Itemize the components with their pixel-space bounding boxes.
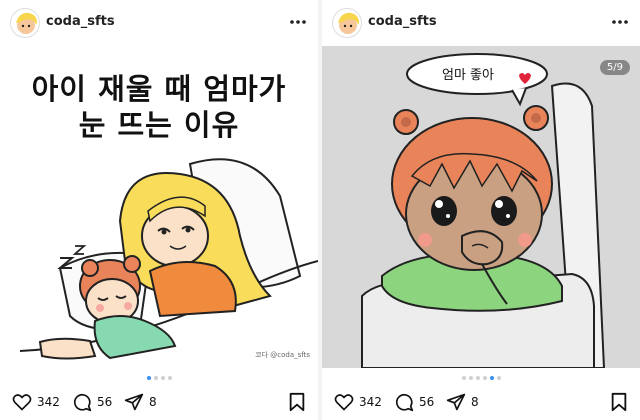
heart-icon bbox=[12, 394, 32, 411]
comment-count: 56 bbox=[419, 395, 435, 409]
comment-button[interactable]: 56 bbox=[72, 392, 112, 412]
post-image[interactable]: 엄마 좋아 5/9 bbox=[322, 46, 640, 368]
action-bar: 342 56 8 bbox=[322, 388, 640, 416]
share-count: 8 bbox=[471, 395, 479, 409]
more-options-icon[interactable] bbox=[610, 12, 630, 32]
send-icon bbox=[446, 393, 466, 411]
username[interactable]: coda_sfts bbox=[46, 14, 115, 29]
carousel-dot bbox=[146, 376, 151, 380]
comment-icon bbox=[395, 393, 414, 412]
avatar[interactable] bbox=[10, 8, 40, 38]
carousel-dot bbox=[496, 376, 501, 380]
post-card-1: coda_sfts 아이 재울 때 엄마가 눈 뜨는 이유 코다 @coda_s… bbox=[0, 0, 318, 420]
carousel-dot bbox=[461, 376, 466, 380]
post-image[interactable]: 아이 재울 때 엄마가 눈 뜨는 이유 코다 @coda_sfts bbox=[0, 46, 318, 368]
speech-bubble-text: 엄마 좋아 bbox=[442, 68, 494, 83]
comment-icon bbox=[73, 393, 92, 412]
share-count: 8 bbox=[149, 395, 157, 409]
bookmark-icon[interactable] bbox=[610, 392, 628, 416]
post-card-2: coda_sfts 엄마 좋아 5/9 342 56 8 bbox=[322, 0, 640, 420]
like-count: 342 bbox=[359, 395, 382, 409]
carousel-dot bbox=[167, 376, 172, 380]
comic-illustration: 엄마 좋아 bbox=[361, 53, 606, 368]
comment-count: 56 bbox=[97, 395, 113, 409]
carousel-dot bbox=[160, 376, 165, 380]
carousel-dots bbox=[0, 376, 318, 382]
like-count: 342 bbox=[37, 395, 60, 409]
more-options-icon[interactable] bbox=[288, 12, 308, 32]
comic-illustration bbox=[19, 158, 318, 360]
bookmark-icon[interactable] bbox=[288, 392, 306, 416]
carousel-dot bbox=[468, 376, 473, 380]
post-header: coda_sfts bbox=[0, 0, 318, 46]
comment-button[interactable]: 56 bbox=[394, 392, 434, 412]
post-header: coda_sfts bbox=[322, 0, 640, 46]
carousel-dots bbox=[322, 376, 640, 382]
send-icon bbox=[124, 393, 144, 411]
share-button[interactable]: 8 bbox=[446, 392, 479, 412]
artist-signature: 코다 @coda_sfts bbox=[255, 351, 310, 359]
carousel-dot bbox=[153, 376, 158, 380]
avatar[interactable] bbox=[332, 8, 362, 38]
share-button[interactable]: 8 bbox=[124, 392, 157, 412]
heart-icon bbox=[334, 394, 354, 411]
like-button[interactable]: 342 bbox=[12, 392, 60, 412]
like-button[interactable]: 342 bbox=[334, 392, 382, 412]
action-bar: 342 56 8 bbox=[0, 388, 318, 416]
carousel-dot bbox=[489, 376, 494, 380]
page-counter: 5/9 bbox=[599, 60, 630, 75]
username[interactable]: coda_sfts bbox=[368, 14, 437, 29]
carousel-dot bbox=[475, 376, 480, 380]
carousel-dot bbox=[482, 376, 487, 380]
